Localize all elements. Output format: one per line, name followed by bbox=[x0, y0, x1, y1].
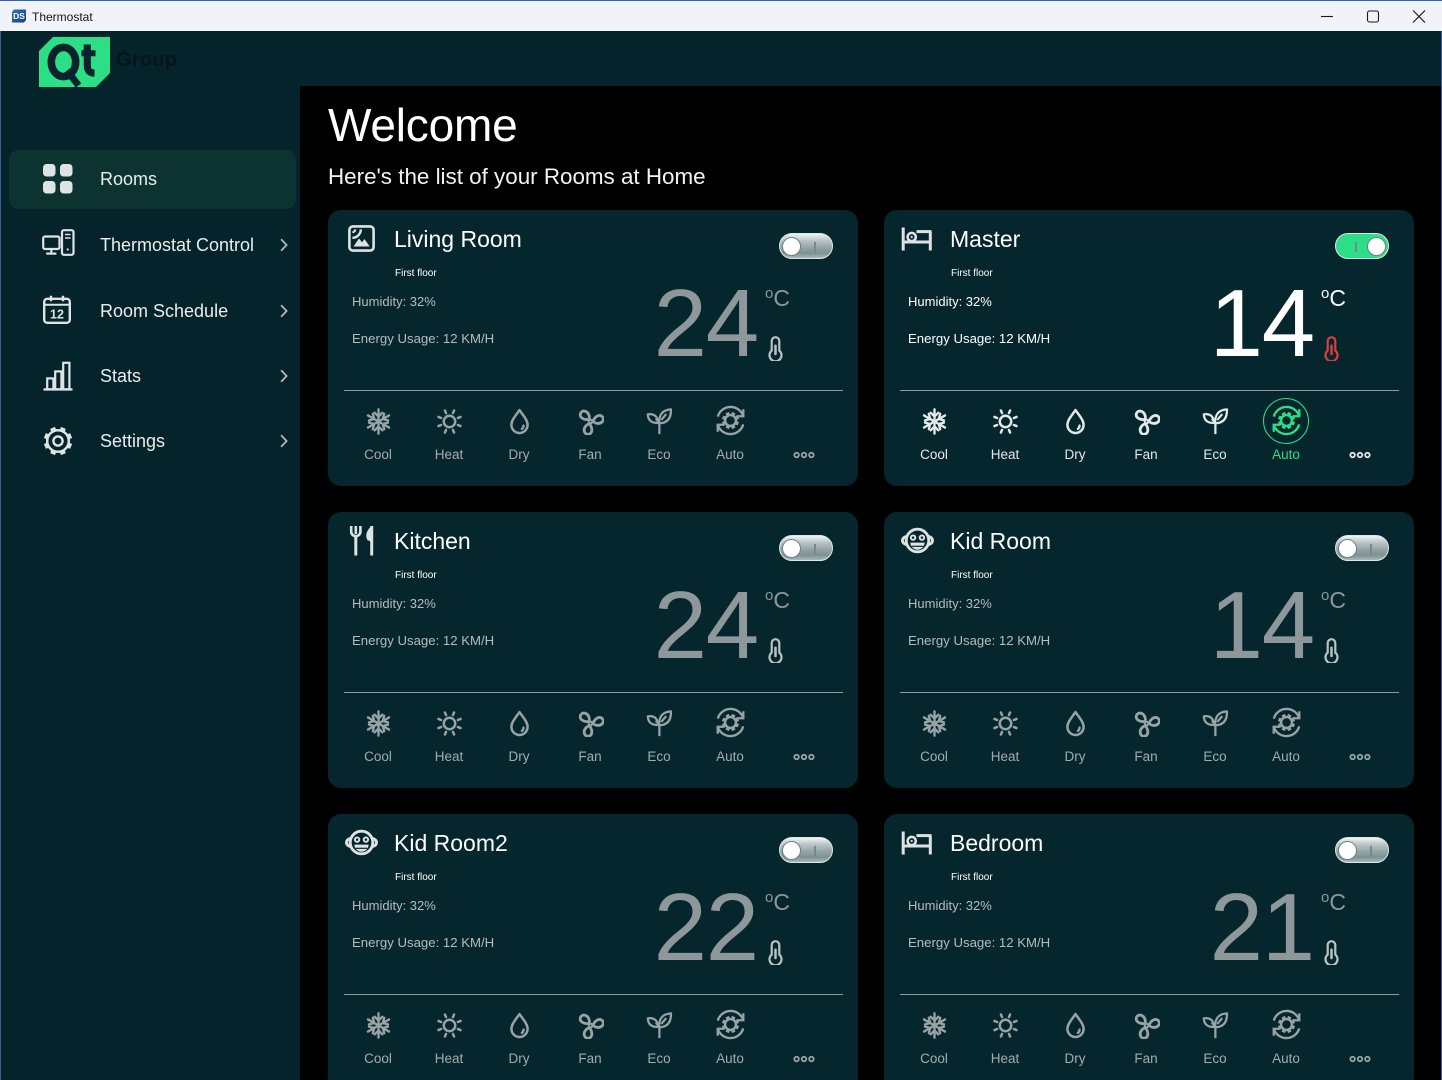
svg-text:DS: DS bbox=[13, 11, 25, 21]
svg-text:12: 12 bbox=[50, 307, 64, 321]
